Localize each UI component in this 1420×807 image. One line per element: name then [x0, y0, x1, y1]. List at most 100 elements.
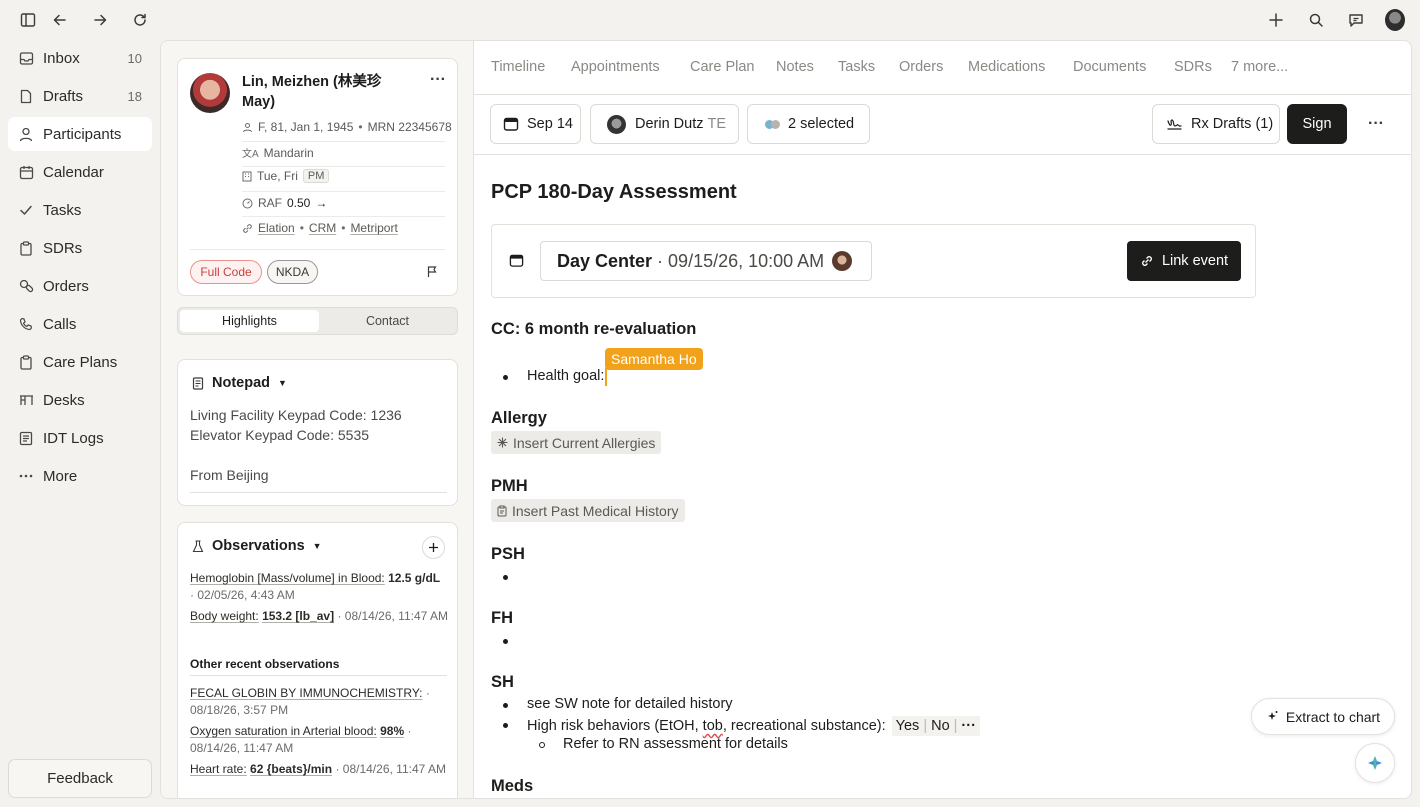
sidebar-item-count: 10 — [127, 50, 142, 66]
event-time: · 09/15/26, 10:00 AM — [657, 250, 825, 271]
health-goal-label[interactable]: Health goal: — [527, 368, 604, 384]
sidebar-item-idt-logs[interactable]: IDT Logs — [8, 421, 152, 455]
observation-item[interactable]: Heart rate: 62 {beats}/min · 08/14/26, 1… — [190, 761, 450, 778]
notepad-body[interactable]: Living Facility Keypad Code: 1236 Elevat… — [190, 405, 447, 485]
more-options-icon[interactable]: ··· — [961, 718, 976, 734]
tab-contact[interactable]: Contact — [319, 310, 456, 332]
rx-drafts-label: Rx Drafts (1) — [1191, 116, 1274, 132]
notepad-line: Living Facility Keypad Code: 1236 — [190, 407, 402, 423]
sidebar-item-calls[interactable]: Calls — [8, 307, 152, 341]
observations-card: Observations ▼ Hemoglobin [Mass/volume] … — [177, 522, 458, 798]
observation-date: 08/14/26, 11:47 AM — [344, 609, 448, 623]
feedback-button[interactable]: Feedback — [8, 759, 152, 798]
flag-icon[interactable] — [426, 265, 439, 278]
author-button[interactable]: Derin Dutz TE — [590, 104, 739, 144]
sidebar-item-calendar[interactable]: Calendar — [8, 155, 152, 189]
sh-risk-line[interactable]: High risk behaviors (EtOH, tob , recreat… — [527, 716, 980, 736]
tab-orders[interactable]: Orders — [899, 59, 943, 75]
rx-drafts-button[interactable]: Rx Drafts (1) — [1152, 104, 1280, 144]
sidebar-item-care-plans[interactable]: Care Plans — [8, 345, 152, 379]
sidebar-toggle-icon[interactable] — [18, 10, 38, 30]
calendar-icon — [18, 164, 34, 180]
forward-arrow-icon[interactable] — [90, 10, 110, 30]
patient-days: Tue, Fri — [257, 169, 298, 183]
patient-links-row: Elation • CRM • Metriport — [242, 221, 398, 235]
clipboard-icon — [18, 240, 34, 256]
tab-7-more[interactable]: 7 more... — [1231, 59, 1288, 75]
sidebar-item-desks[interactable]: Desks — [8, 383, 152, 417]
sh-risk-text: , recreational substance): — [722, 718, 886, 734]
psh-heading: PSH — [491, 545, 525, 563]
date-button[interactable]: Sep 14 — [490, 104, 581, 144]
tab-documents[interactable]: Documents — [1073, 59, 1146, 75]
clipboard-icon — [497, 505, 507, 517]
link-metriport[interactable]: Metriport — [350, 221, 397, 235]
chevron-down-icon: ▼ — [312, 541, 322, 551]
allergy-heading: Allergy — [491, 409, 547, 427]
link-elation[interactable]: Elation — [258, 221, 295, 235]
assistant-button[interactable] — [1355, 743, 1395, 783]
link-event-button[interactable]: Link event — [1127, 241, 1241, 281]
tab-appointments[interactable]: Appointments — [571, 59, 660, 75]
tab-care-plan[interactable]: Care Plan — [690, 59, 754, 75]
observation-item[interactable]: FECAL GLOBIN BY IMMUNOCHEMISTRY: · 08/18… — [190, 685, 450, 719]
observation-name: Hemoglobin [Mass/volume] in Blood: — [190, 571, 385, 585]
user-avatar[interactable] — [1385, 9, 1405, 31]
chevron-down-icon: ▼ — [278, 378, 287, 388]
flask-icon — [192, 539, 204, 553]
raf-value: 0.50 — [287, 196, 311, 210]
notepad-line — [190, 445, 447, 465]
tab-timeline[interactable]: Timeline — [491, 59, 545, 75]
sidebar-item-sdrs[interactable]: SDRs — [8, 231, 152, 265]
observation-date: 08/14/26, 11:47 AM — [342, 762, 446, 776]
insert-pmh-button[interactable]: Insert Past Medical History — [491, 499, 685, 522]
extract-to-chart-button[interactable]: Extract to chart — [1251, 698, 1395, 735]
nkda-tag[interactable]: NKDA — [267, 260, 318, 284]
add-observation-button[interactable] — [422, 536, 445, 559]
observation-name: Oxygen saturation in Arterial blood: — [190, 724, 377, 738]
insert-allergies-button[interactable]: Insert Current Allergies — [491, 431, 662, 454]
patient-card: Lin, Meizhen (林美珍 May) ··· F, 81, Jan 1,… — [177, 58, 458, 296]
tab-highlights[interactable]: Highlights — [180, 310, 319, 332]
insert-pmh-label: Insert Past Medical History — [512, 502, 679, 519]
toolbar-more-icon[interactable]: ··· — [1368, 115, 1384, 133]
tab-tasks[interactable]: Tasks — [838, 59, 875, 75]
patient-more-icon[interactable]: ··· — [430, 71, 446, 89]
ellipsis-icon — [18, 468, 34, 484]
notepad-header[interactable]: Notepad ▼ — [192, 375, 287, 391]
sidebar-item-drafts[interactable]: Drafts 18 — [8, 79, 152, 113]
sh-line[interactable]: see SW note for detailed history — [527, 696, 733, 712]
observation-item[interactable]: Hemoglobin [Mass/volume] in Blood: 12.5 … — [190, 570, 450, 604]
tab-notes[interactable]: Notes — [776, 59, 814, 75]
back-arrow-icon[interactable] — [50, 10, 70, 30]
sidebar-item-orders[interactable]: Orders — [8, 269, 152, 303]
sh-sub-line[interactable]: Refer to RN assessment for details — [563, 736, 788, 752]
selected-count: 2 selected — [788, 116, 855, 132]
observations-header[interactable]: Observations ▼ — [192, 538, 322, 554]
list-icon — [18, 430, 34, 446]
sidebar-item-participants[interactable]: Participants — [8, 117, 152, 151]
selection-button[interactable]: 2 selected — [747, 104, 870, 144]
full-code-tag[interactable]: Full Code — [190, 260, 262, 284]
sidebar-item-inbox[interactable]: Inbox 10 — [8, 41, 152, 75]
extract-to-chart-label: Extract to chart — [1285, 708, 1381, 725]
sidebar-item-label: IDT Logs — [43, 429, 104, 447]
yes-option[interactable]: Yes — [896, 718, 920, 734]
observation-item[interactable]: Oxygen saturation in Arterial blood: 98%… — [190, 723, 450, 757]
patient-raf-row: RAF 0.50 → — [242, 196, 327, 210]
tab-sdrs[interactable]: SDRs — [1174, 59, 1212, 75]
sidebar-item-more[interactable]: More — [8, 459, 152, 493]
raf-arrow-icon[interactable]: → — [315, 196, 327, 210]
refresh-icon[interactable] — [130, 10, 150, 30]
add-icon[interactable] — [1266, 10, 1286, 30]
link-crm[interactable]: CRM — [309, 221, 336, 235]
no-option[interactable]: No — [931, 718, 950, 734]
sign-button[interactable]: Sign — [1287, 104, 1347, 144]
tab-medications[interactable]: Medications — [968, 59, 1045, 75]
patient-demographics: F, 81, Jan 1, 1945 — [258, 120, 354, 134]
chat-icon[interactable] — [1346, 10, 1366, 30]
sidebar-item-tasks[interactable]: Tasks — [8, 193, 152, 227]
observation-item[interactable]: Body weight: 153.2 [lb_av] · 08/14/26, 1… — [190, 608, 450, 625]
search-icon[interactable] — [1306, 10, 1326, 30]
event-selector[interactable]: Day Center · 09/15/26, 10:00 AM — [540, 241, 872, 281]
